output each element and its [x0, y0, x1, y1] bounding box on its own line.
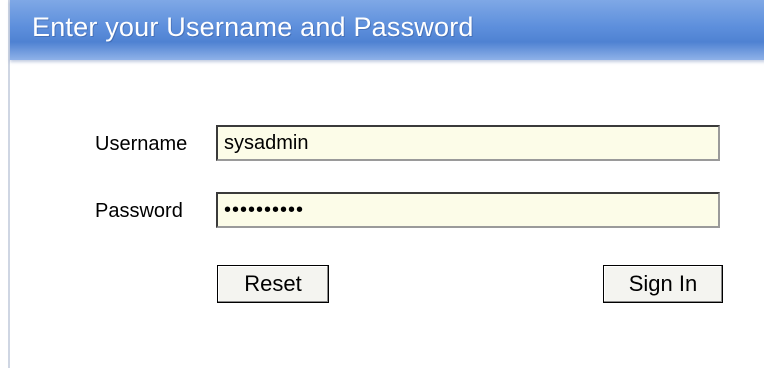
password-label: Password: [95, 200, 183, 222]
sign-in-button[interactable]: Sign In: [603, 265, 723, 303]
login-title: Enter your Username and Password: [32, 12, 474, 42]
password-input[interactable]: [216, 192, 720, 228]
login-header: Enter your Username and Password: [10, 0, 764, 60]
username-input[interactable]: [216, 125, 720, 161]
reset-button[interactable]: Reset: [217, 265, 329, 303]
username-label: Username: [95, 133, 188, 155]
login-panel: Enter your Username and Password Usernam…: [8, 0, 764, 368]
